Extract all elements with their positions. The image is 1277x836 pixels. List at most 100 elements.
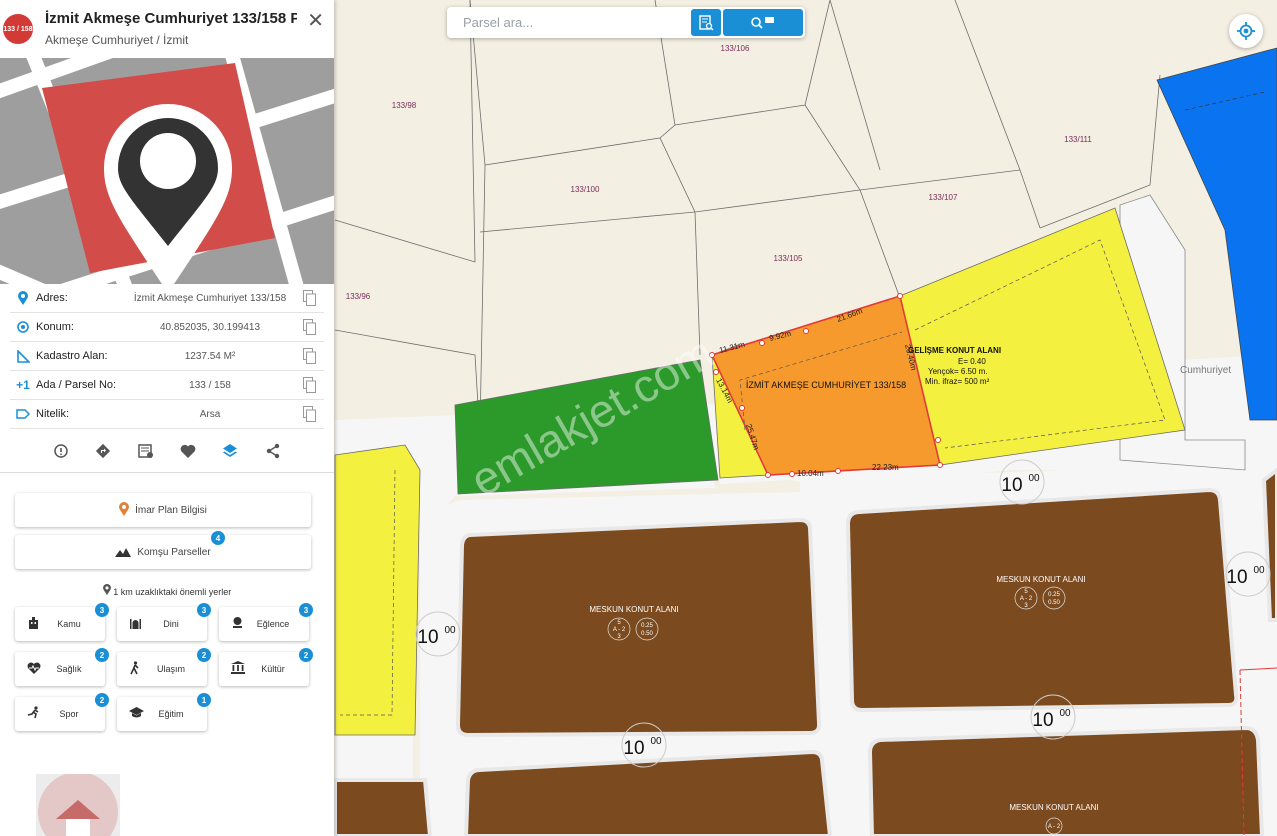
layers-icon[interactable] [220, 441, 240, 461]
heart-icon[interactable] [178, 441, 198, 461]
meskun-floor-text: A - 2 [1048, 824, 1061, 830]
meskun-ratio-text: 0.50 [1048, 600, 1060, 606]
my-location-button[interactable] [1229, 14, 1263, 48]
parcel-id: 133/106 [721, 44, 750, 53]
info-label: Ada / Parsel No: [36, 379, 117, 391]
plus-one-icon: +1 [16, 378, 30, 392]
location-pin-icon [14, 290, 32, 306]
close-icon[interactable]: ✕ [307, 11, 324, 31]
street-label: Cumhuriyet [1180, 365, 1231, 376]
dimension-label: 22.23m [872, 463, 899, 472]
meskun-label: MESKUN KONUT ALANI [996, 575, 1085, 584]
yellow-zone-left [334, 444, 421, 736]
label-tag-icon [14, 406, 32, 422]
road-width-sup: 00 [1253, 565, 1265, 576]
action-bar [0, 429, 334, 473]
copy-icon[interactable] [303, 348, 316, 364]
walking-icon [129, 660, 147, 678]
parcel-id: 133/98 [392, 101, 417, 110]
parcel-id: 133/100 [571, 185, 600, 194]
search-input[interactable] [447, 7, 691, 38]
meskun-ratio-text: 0.50 [641, 631, 653, 637]
map-pin-illustration [0, 58, 334, 284]
zone-title: GELİŞME KONUT ALANI [908, 346, 1001, 355]
copy-icon[interactable] [303, 377, 316, 393]
copy-icon[interactable] [303, 406, 316, 422]
category-egitim[interactable]: Eğitim 1 [117, 693, 211, 731]
nearby-categories: Kamu 3 Dini 3 Eğlence 3 Sağlık 2 Ulaşım … [15, 603, 334, 731]
zone-line: Yençok= 6.50 m. [928, 367, 988, 376]
road-width-sup: 00 [1028, 473, 1040, 484]
nearby-title: 1 km uzaklıktaki önemli yerler [0, 584, 334, 597]
info-value: 1237.54 M² [184, 350, 236, 362]
panel-header: 133 / 158 İzmit Akmeşe Cumhuriyet 133/15… [0, 0, 334, 58]
category-label: Eğitim [158, 709, 184, 719]
zone-line: E= 0.40 [958, 357, 986, 366]
category-count-badge: 3 [95, 603, 109, 617]
category-count-badge: 2 [197, 648, 211, 662]
category-label: Ulaşım [156, 664, 185, 674]
info-row-location: Konum: 40.852035, 30.199413 [10, 313, 324, 342]
parcel-id: 133/107 [929, 193, 958, 202]
category-kamu[interactable]: Kamu 3 [15, 603, 109, 641]
info-label: Adres: [36, 292, 68, 304]
info-row-area: Kadastro Alan: 1237.54 M² [10, 342, 324, 371]
category-label: Kültür [261, 664, 285, 674]
area-ruler-icon [14, 348, 32, 364]
nearby-title-text: 1 km uzaklıktaki önemli yerler [113, 587, 232, 597]
road-width-value: 10 [1226, 567, 1247, 588]
parcel-id: 133/111 [1064, 135, 1092, 144]
meskun-ratio-text: 0.25 [641, 623, 653, 629]
category-saglik[interactable]: Sağlık 2 [15, 648, 109, 686]
road-width-value: 10 [1001, 475, 1022, 496]
road-width-sup: 00 [444, 625, 456, 636]
category-label: Dini [163, 619, 179, 629]
category-dini[interactable]: Dini 3 [117, 603, 211, 641]
location-pin-icon [102, 584, 114, 597]
category-count-badge: 3 [299, 603, 313, 617]
category-label: Eğlence [256, 619, 290, 629]
zone-line: Min. ifraz= 500 m² [925, 377, 990, 386]
category-count-badge: 2 [299, 648, 313, 662]
dimension-label: 10.04m [797, 469, 824, 478]
meskun-floor-text: A - 2 [1020, 596, 1033, 602]
info-label: Konum: [36, 321, 74, 333]
mountain-icon [115, 545, 132, 560]
graduation-cap-icon [129, 706, 147, 722]
parcel-badge: 133 / 158 [3, 14, 33, 44]
road-width-value: 10 [417, 627, 438, 648]
imar-plan-button[interactable]: İmar Plan Bilgisi [15, 493, 311, 527]
parcel-id: 133/105 [774, 254, 803, 263]
mosque-icon [129, 616, 147, 632]
category-label: Kamu [57, 619, 81, 629]
neighbor-count-badge: 4 [211, 531, 225, 545]
meskun-ratio-text: 0.25 [1048, 592, 1060, 598]
meskun-label: MESKUN KONUT ALANI [1009, 803, 1098, 812]
location-pin-icon [119, 501, 130, 519]
category-kultur[interactable]: Kültür 2 [219, 648, 313, 686]
directions-icon[interactable] [93, 441, 113, 461]
info-icon[interactable] [51, 441, 71, 461]
category-label: Sağlık [56, 664, 82, 674]
panel-subtitle: Akmeşe Cumhuriyet / İzmit [45, 33, 189, 47]
neighbor-parcels-button[interactable]: Komşu Parseller 4 [15, 531, 311, 569]
calculator-icon[interactable] [136, 441, 156, 461]
crosshair-icon [14, 319, 32, 335]
heart-pulse-icon [27, 662, 45, 677]
copy-icon[interactable] [303, 319, 316, 335]
info-value: İzmit Akmeşe Cumhuriyet 133/158 [133, 292, 287, 304]
category-count-badge: 1 [197, 693, 211, 707]
share-icon[interactable] [263, 441, 283, 461]
category-ulasim[interactable]: Ulaşım 2 [117, 648, 211, 686]
document-search-button[interactable] [691, 9, 721, 36]
category-spor[interactable]: Spor 2 [15, 693, 109, 731]
category-eglence[interactable]: Eğlence 3 [219, 603, 313, 641]
agency-logo [36, 772, 120, 836]
road-width-value: 10 [1032, 710, 1053, 731]
category-count-badge: 2 [95, 693, 109, 707]
search-button[interactable] [723, 9, 803, 36]
road-width-sup: 00 [650, 736, 662, 747]
running-icon [27, 706, 45, 722]
search-icon [751, 16, 774, 29]
copy-icon[interactable] [303, 290, 316, 306]
